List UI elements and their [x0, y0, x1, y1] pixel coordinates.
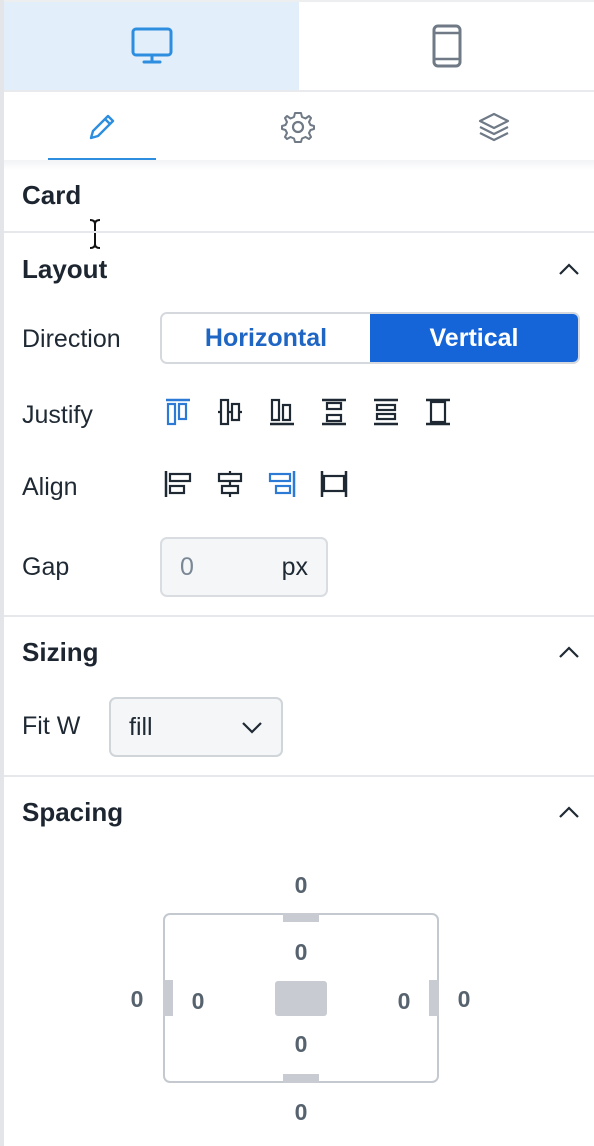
chevron-up-icon[interactable] [558, 645, 580, 659]
fit-w-label: Fit W [22, 712, 81, 740]
align-end-icon [268, 471, 296, 497]
align-end-button[interactable] [267, 466, 319, 502]
direction-label: Direction [22, 325, 121, 353]
align-start-button[interactable] [163, 466, 215, 502]
sizing-section-title: Sizing [22, 637, 99, 667]
divider [4, 231, 594, 233]
justify-end-button[interactable] [268, 394, 320, 430]
chevron-up-icon[interactable] [558, 262, 580, 276]
align-stretch-icon [320, 471, 348, 497]
gap-label: Gap [22, 553, 70, 581]
tab-mobile[interactable] [299, 2, 594, 92]
content-placeholder [275, 981, 327, 1016]
align-center-icon [217, 471, 243, 497]
fit-w-value: fill [129, 713, 153, 741]
justify-space-around-button[interactable] [372, 394, 424, 430]
fit-w-select[interactable]: fill [109, 697, 283, 757]
align-start-icon [164, 471, 192, 497]
margin-bottom-handle[interactable] [283, 1074, 319, 1083]
spacing-section-title: Spacing [22, 797, 124, 827]
direction-horizontal-button[interactable]: Horizontal [162, 314, 370, 362]
justify-space-evenly-button[interactable] [424, 394, 476, 430]
justify-label: Justify [22, 401, 93, 429]
tab-desktop[interactable] [4, 2, 299, 92]
gap-input[interactable]: 0 px [160, 537, 328, 597]
layers-icon [478, 112, 510, 142]
tab-settings[interactable] [200, 92, 396, 162]
divider [4, 615, 594, 617]
tool-tabs [4, 92, 594, 162]
justify-space-around-icon [374, 398, 398, 426]
justify-space-between-button[interactable] [320, 394, 372, 430]
layout-section-title: Layout [22, 254, 108, 284]
justify-center-icon [218, 398, 242, 426]
tab-layers[interactable] [396, 92, 592, 162]
gap-value: 0 [180, 553, 194, 581]
margin-top-value[interactable]: 0 [286, 872, 316, 899]
device-tabs [4, 0, 594, 92]
chevron-up-icon[interactable] [558, 805, 580, 819]
margin-left-value[interactable]: 0 [122, 986, 152, 1013]
text-cursor-icon [89, 219, 101, 249]
justify-start-icon [166, 398, 190, 426]
phone-icon [432, 24, 461, 68]
divider [4, 775, 594, 777]
padding-bottom-value[interactable]: 0 [286, 1031, 316, 1058]
tab-style[interactable] [4, 92, 200, 162]
margin-right-value[interactable]: 0 [449, 986, 479, 1013]
margin-left-handle[interactable] [163, 980, 173, 1016]
justify-center-button[interactable] [216, 394, 268, 430]
padding-left-value[interactable]: 0 [183, 988, 213, 1015]
direction-toggle: Horizontal Vertical [160, 312, 580, 364]
gap-unit: px [281, 553, 308, 581]
pencil-icon [89, 114, 115, 140]
align-stretch-button[interactable] [319, 466, 371, 502]
margin-right-handle[interactable] [429, 980, 439, 1016]
justify-space-evenly-icon [426, 398, 450, 426]
component-name: Card [22, 180, 82, 210]
chevron-down-icon [242, 722, 262, 734]
align-center-button[interactable] [215, 466, 267, 502]
tabs-shadow [4, 160, 594, 170]
margin-top-handle[interactable] [283, 913, 319, 922]
justify-space-between-icon [322, 398, 346, 426]
padding-right-value[interactable]: 0 [389, 988, 419, 1015]
gear-icon [281, 112, 315, 143]
align-options [163, 466, 371, 502]
justify-end-icon [270, 398, 294, 426]
monitor-icon [131, 27, 172, 64]
padding-top-value[interactable]: 0 [286, 939, 316, 966]
justify-options [164, 394, 476, 430]
margin-bottom-value[interactable]: 0 [286, 1099, 316, 1126]
justify-start-button[interactable] [164, 394, 216, 430]
align-label: Align [22, 473, 78, 501]
direction-vertical-button[interactable]: Vertical [370, 314, 578, 362]
